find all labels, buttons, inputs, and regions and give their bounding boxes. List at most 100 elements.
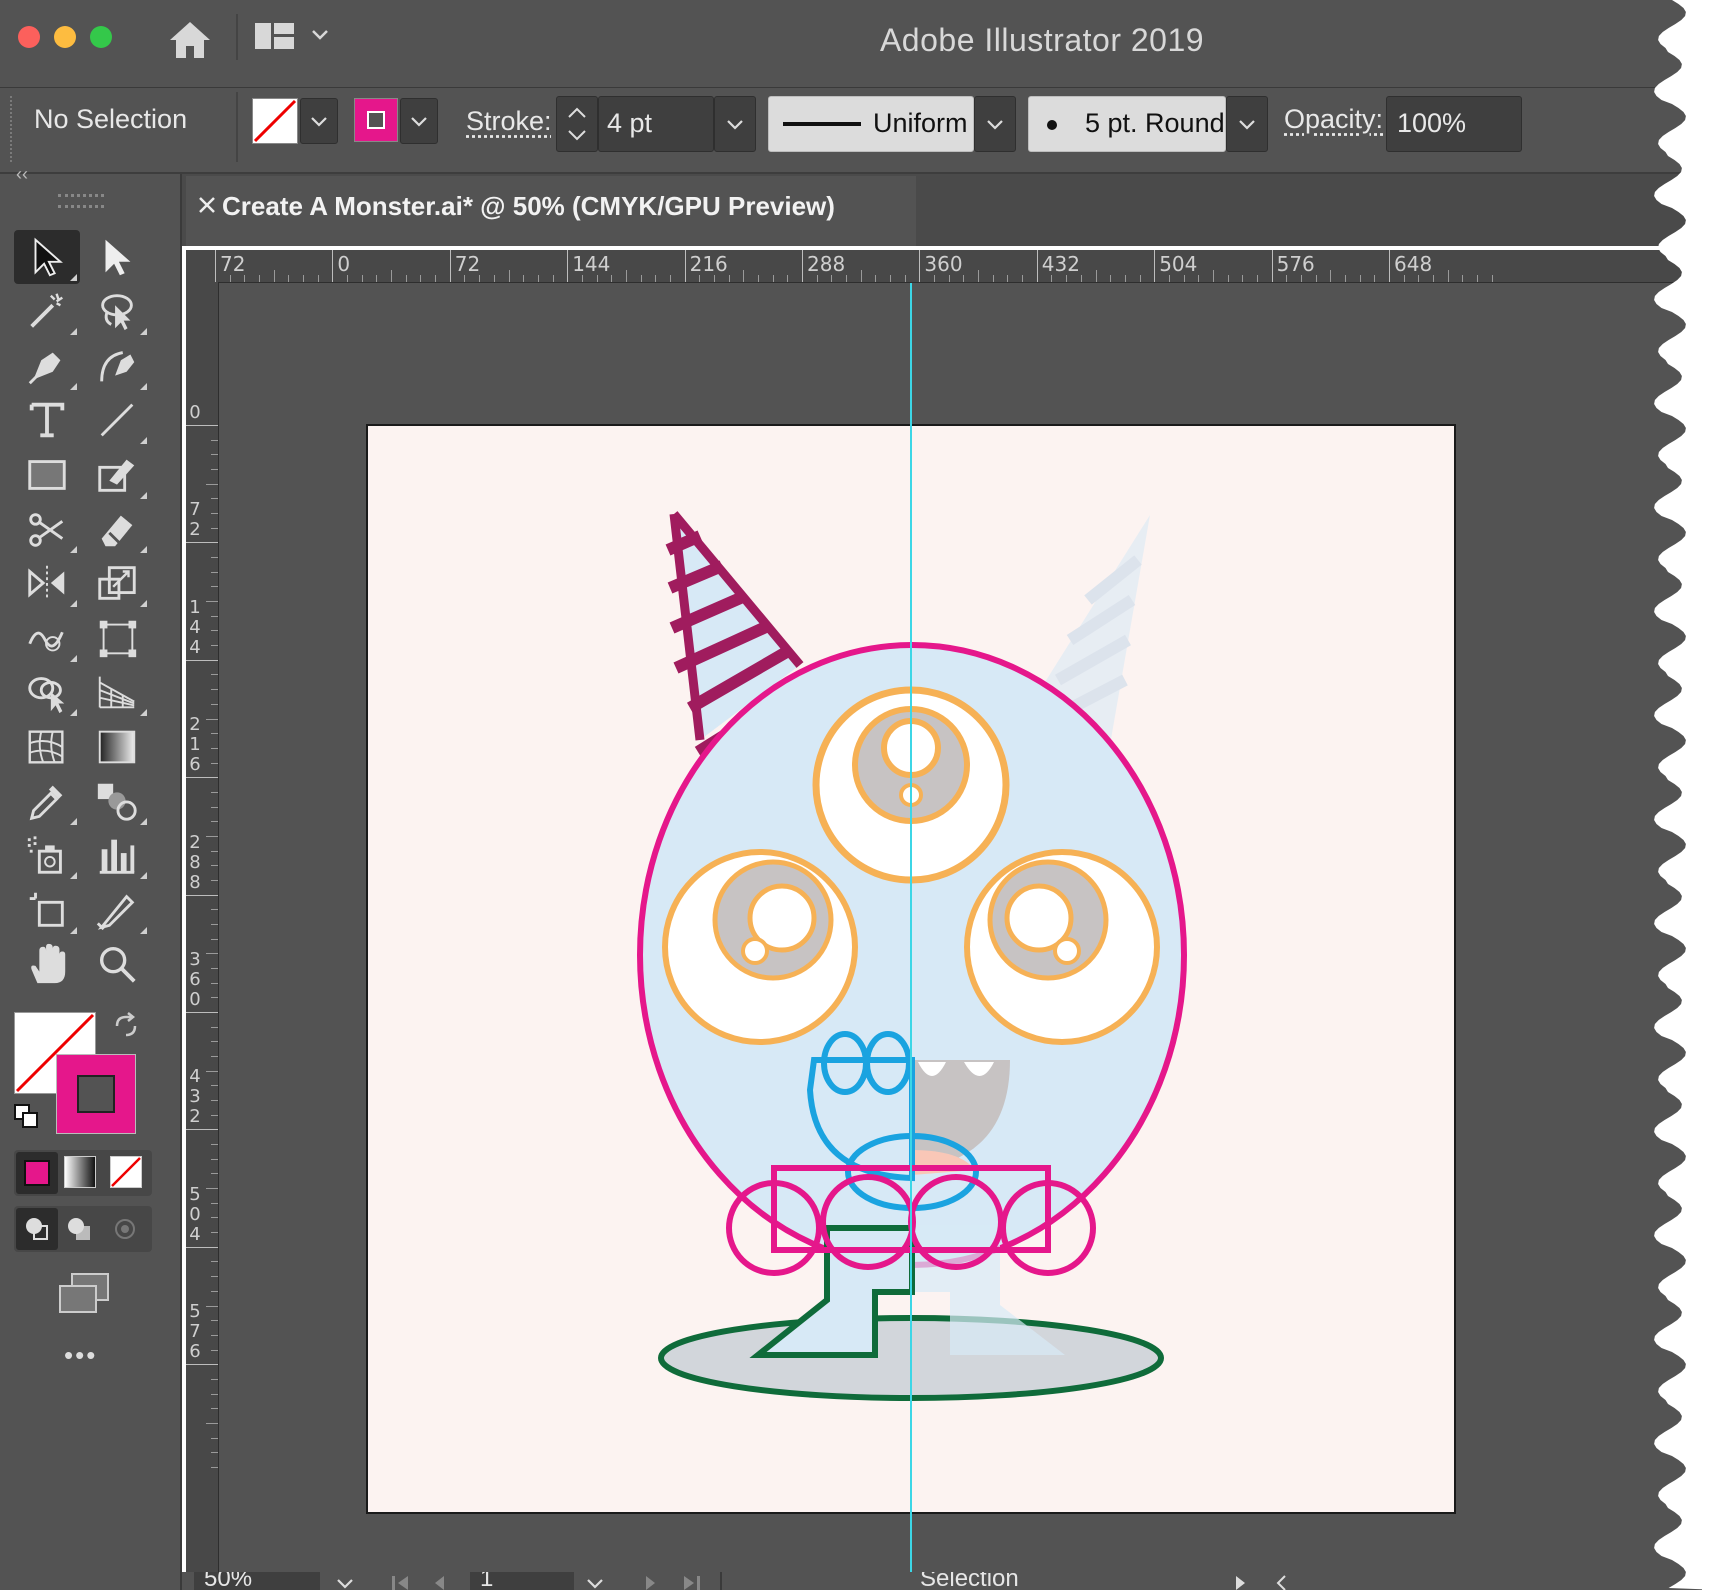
stroke-swatch[interactable] bbox=[354, 98, 398, 142]
rectangle-tool[interactable] bbox=[14, 448, 80, 502]
collapse-panel-icon[interactable]: ‹‹ bbox=[16, 164, 28, 185]
artboard-tool[interactable] bbox=[14, 883, 80, 937]
artboard-chevron-down-icon[interactable] bbox=[580, 1576, 610, 1590]
blend-tool[interactable] bbox=[84, 774, 150, 828]
vertical-ruler[interactable]: 0 72 144 216 288 360 432 504 576 bbox=[186, 282, 219, 1572]
stroke-dropdown[interactable] bbox=[400, 98, 438, 144]
zoom-chevron-down-icon[interactable] bbox=[330, 1576, 360, 1590]
chevron-down-icon bbox=[987, 120, 1003, 130]
ruler-minor-tick bbox=[211, 703, 218, 705]
gradient-mode-button[interactable] bbox=[64, 1156, 96, 1188]
pen-tool[interactable] bbox=[14, 339, 80, 393]
ruler-minor-tick bbox=[211, 865, 218, 867]
stroke-weight-dropdown[interactable] bbox=[714, 96, 756, 152]
panel-grip[interactable] bbox=[58, 194, 104, 208]
scale-tool[interactable] bbox=[84, 556, 150, 610]
line-segment-tool[interactable] bbox=[84, 393, 150, 447]
profile-dropdown[interactable] bbox=[974, 96, 1016, 152]
hand-tool[interactable] bbox=[14, 937, 80, 991]
eyedropper-tool[interactable] bbox=[14, 774, 80, 828]
left-eye[interactable] bbox=[662, 849, 858, 1045]
brush-dropdown[interactable] bbox=[1226, 96, 1268, 152]
warp-tool[interactable] bbox=[14, 611, 80, 665]
slice-tool[interactable] bbox=[84, 883, 150, 937]
stroke-label[interactable]: Stroke: bbox=[466, 106, 552, 137]
shaper-tool[interactable] bbox=[84, 448, 150, 502]
status-chevron-left-icon[interactable] bbox=[1274, 1574, 1290, 1590]
ruler-minor-tick bbox=[1022, 275, 1024, 282]
control-bar-grip[interactable] bbox=[10, 96, 18, 162]
rectangle-icon bbox=[28, 459, 66, 490]
direct-selection-tool[interactable] bbox=[84, 230, 150, 284]
direct-selection-icon bbox=[105, 239, 131, 276]
draw-behind-button[interactable] bbox=[64, 1214, 94, 1244]
mesh-tool[interactable] bbox=[14, 720, 80, 774]
ruler-minor-tick bbox=[317, 275, 319, 282]
ruler-major-tick bbox=[186, 542, 218, 544]
tool-flyout-indicator bbox=[140, 328, 147, 336]
hand-icon bbox=[31, 944, 66, 984]
column-graph-tool[interactable] bbox=[84, 828, 150, 882]
selection-tool[interactable] bbox=[14, 230, 80, 284]
reflect-tool[interactable] bbox=[14, 556, 80, 610]
ruler-minor-tick bbox=[211, 791, 218, 793]
ruler-label: 648 bbox=[1394, 252, 1433, 276]
opacity-field[interactable]: 100% bbox=[1386, 96, 1522, 152]
curvature-tool[interactable] bbox=[84, 339, 150, 393]
shape-builder-tool[interactable] bbox=[14, 665, 80, 719]
gradient-tool[interactable] bbox=[84, 720, 150, 774]
first-artboard-icon[interactable] bbox=[390, 1574, 412, 1590]
next-artboard-icon[interactable] bbox=[642, 1574, 658, 1590]
color-mode-button[interactable] bbox=[16, 1152, 58, 1194]
symbol-sprayer-tool[interactable] bbox=[14, 828, 80, 882]
fill-none-swatch[interactable] bbox=[252, 98, 298, 144]
default-fill-stroke-icon[interactable] bbox=[14, 1104, 40, 1130]
zoom-field[interactable]: 50% bbox=[194, 1572, 320, 1590]
shaper-icon bbox=[98, 459, 135, 492]
zoom-tool[interactable] bbox=[84, 937, 150, 991]
ruler-minor-tick bbox=[211, 439, 218, 441]
eraser-tool[interactable] bbox=[84, 502, 150, 556]
magic-wand-tool[interactable] bbox=[14, 284, 80, 338]
lasso-tool[interactable] bbox=[84, 284, 150, 338]
free-transform-tool[interactable] bbox=[84, 611, 150, 665]
draw-normal-button[interactable] bbox=[16, 1208, 58, 1250]
status-mode[interactable]: Selection bbox=[920, 1572, 1019, 1590]
ruler-minor-tick bbox=[1124, 275, 1126, 282]
scissors-tool[interactable] bbox=[14, 502, 80, 556]
status-play-icon[interactable] bbox=[1232, 1574, 1248, 1590]
stroke-weight-stepper[interactable] bbox=[556, 96, 598, 152]
more-tools-icon[interactable]: ••• bbox=[64, 1340, 97, 1371]
ruler-minor-tick bbox=[508, 270, 510, 282]
ruler-minor-tick bbox=[211, 1056, 218, 1058]
ruler-minor-tick bbox=[405, 275, 407, 282]
stroke-indicator[interactable] bbox=[56, 1054, 136, 1134]
close-tab-icon[interactable] bbox=[196, 194, 218, 216]
variable-width-profile[interactable]: Uniform bbox=[768, 96, 974, 152]
tool-flyout-indicator bbox=[70, 274, 77, 281]
ruler-minor-tick bbox=[552, 275, 554, 282]
ruler-minor-tick bbox=[1212, 270, 1214, 282]
opacity-label[interactable]: Opacity: bbox=[1284, 104, 1383, 135]
ruler-minor-tick bbox=[1477, 275, 1479, 282]
ruler-minor-tick bbox=[1344, 275, 1346, 282]
stroke-weight-field[interactable]: 4 pt bbox=[598, 96, 714, 152]
artboard-number-field[interactable]: 1 bbox=[470, 1572, 574, 1590]
right-eye[interactable] bbox=[964, 849, 1160, 1045]
document-tab[interactable]: Create A Monster.ai* @ 50% (CMYK/GPU Pre… bbox=[186, 176, 916, 246]
fill-dropdown[interactable] bbox=[300, 98, 338, 144]
last-artboard-icon[interactable] bbox=[680, 1574, 702, 1590]
none-mode-button[interactable] bbox=[110, 1156, 142, 1188]
type-tool[interactable] bbox=[14, 393, 80, 447]
previous-artboard-icon[interactable] bbox=[432, 1574, 448, 1590]
tool-flyout-indicator bbox=[70, 654, 77, 662]
draw-inside-button[interactable] bbox=[110, 1214, 140, 1244]
draw-behind-icon bbox=[68, 1218, 90, 1240]
screen-mode-icon[interactable] bbox=[56, 1272, 112, 1314]
ruler-minor-tick bbox=[211, 1173, 218, 1175]
perspective-grid-tool[interactable] bbox=[84, 665, 150, 719]
canvas-area[interactable] bbox=[219, 283, 1702, 1572]
brush-definition[interactable]: 5 pt. Round bbox=[1028, 96, 1226, 152]
swap-fill-stroke-icon[interactable] bbox=[112, 1012, 140, 1040]
horizontal-ruler[interactable]: 72 0 72 144 216 288 360 432 504 576 648 bbox=[190, 250, 1702, 283]
